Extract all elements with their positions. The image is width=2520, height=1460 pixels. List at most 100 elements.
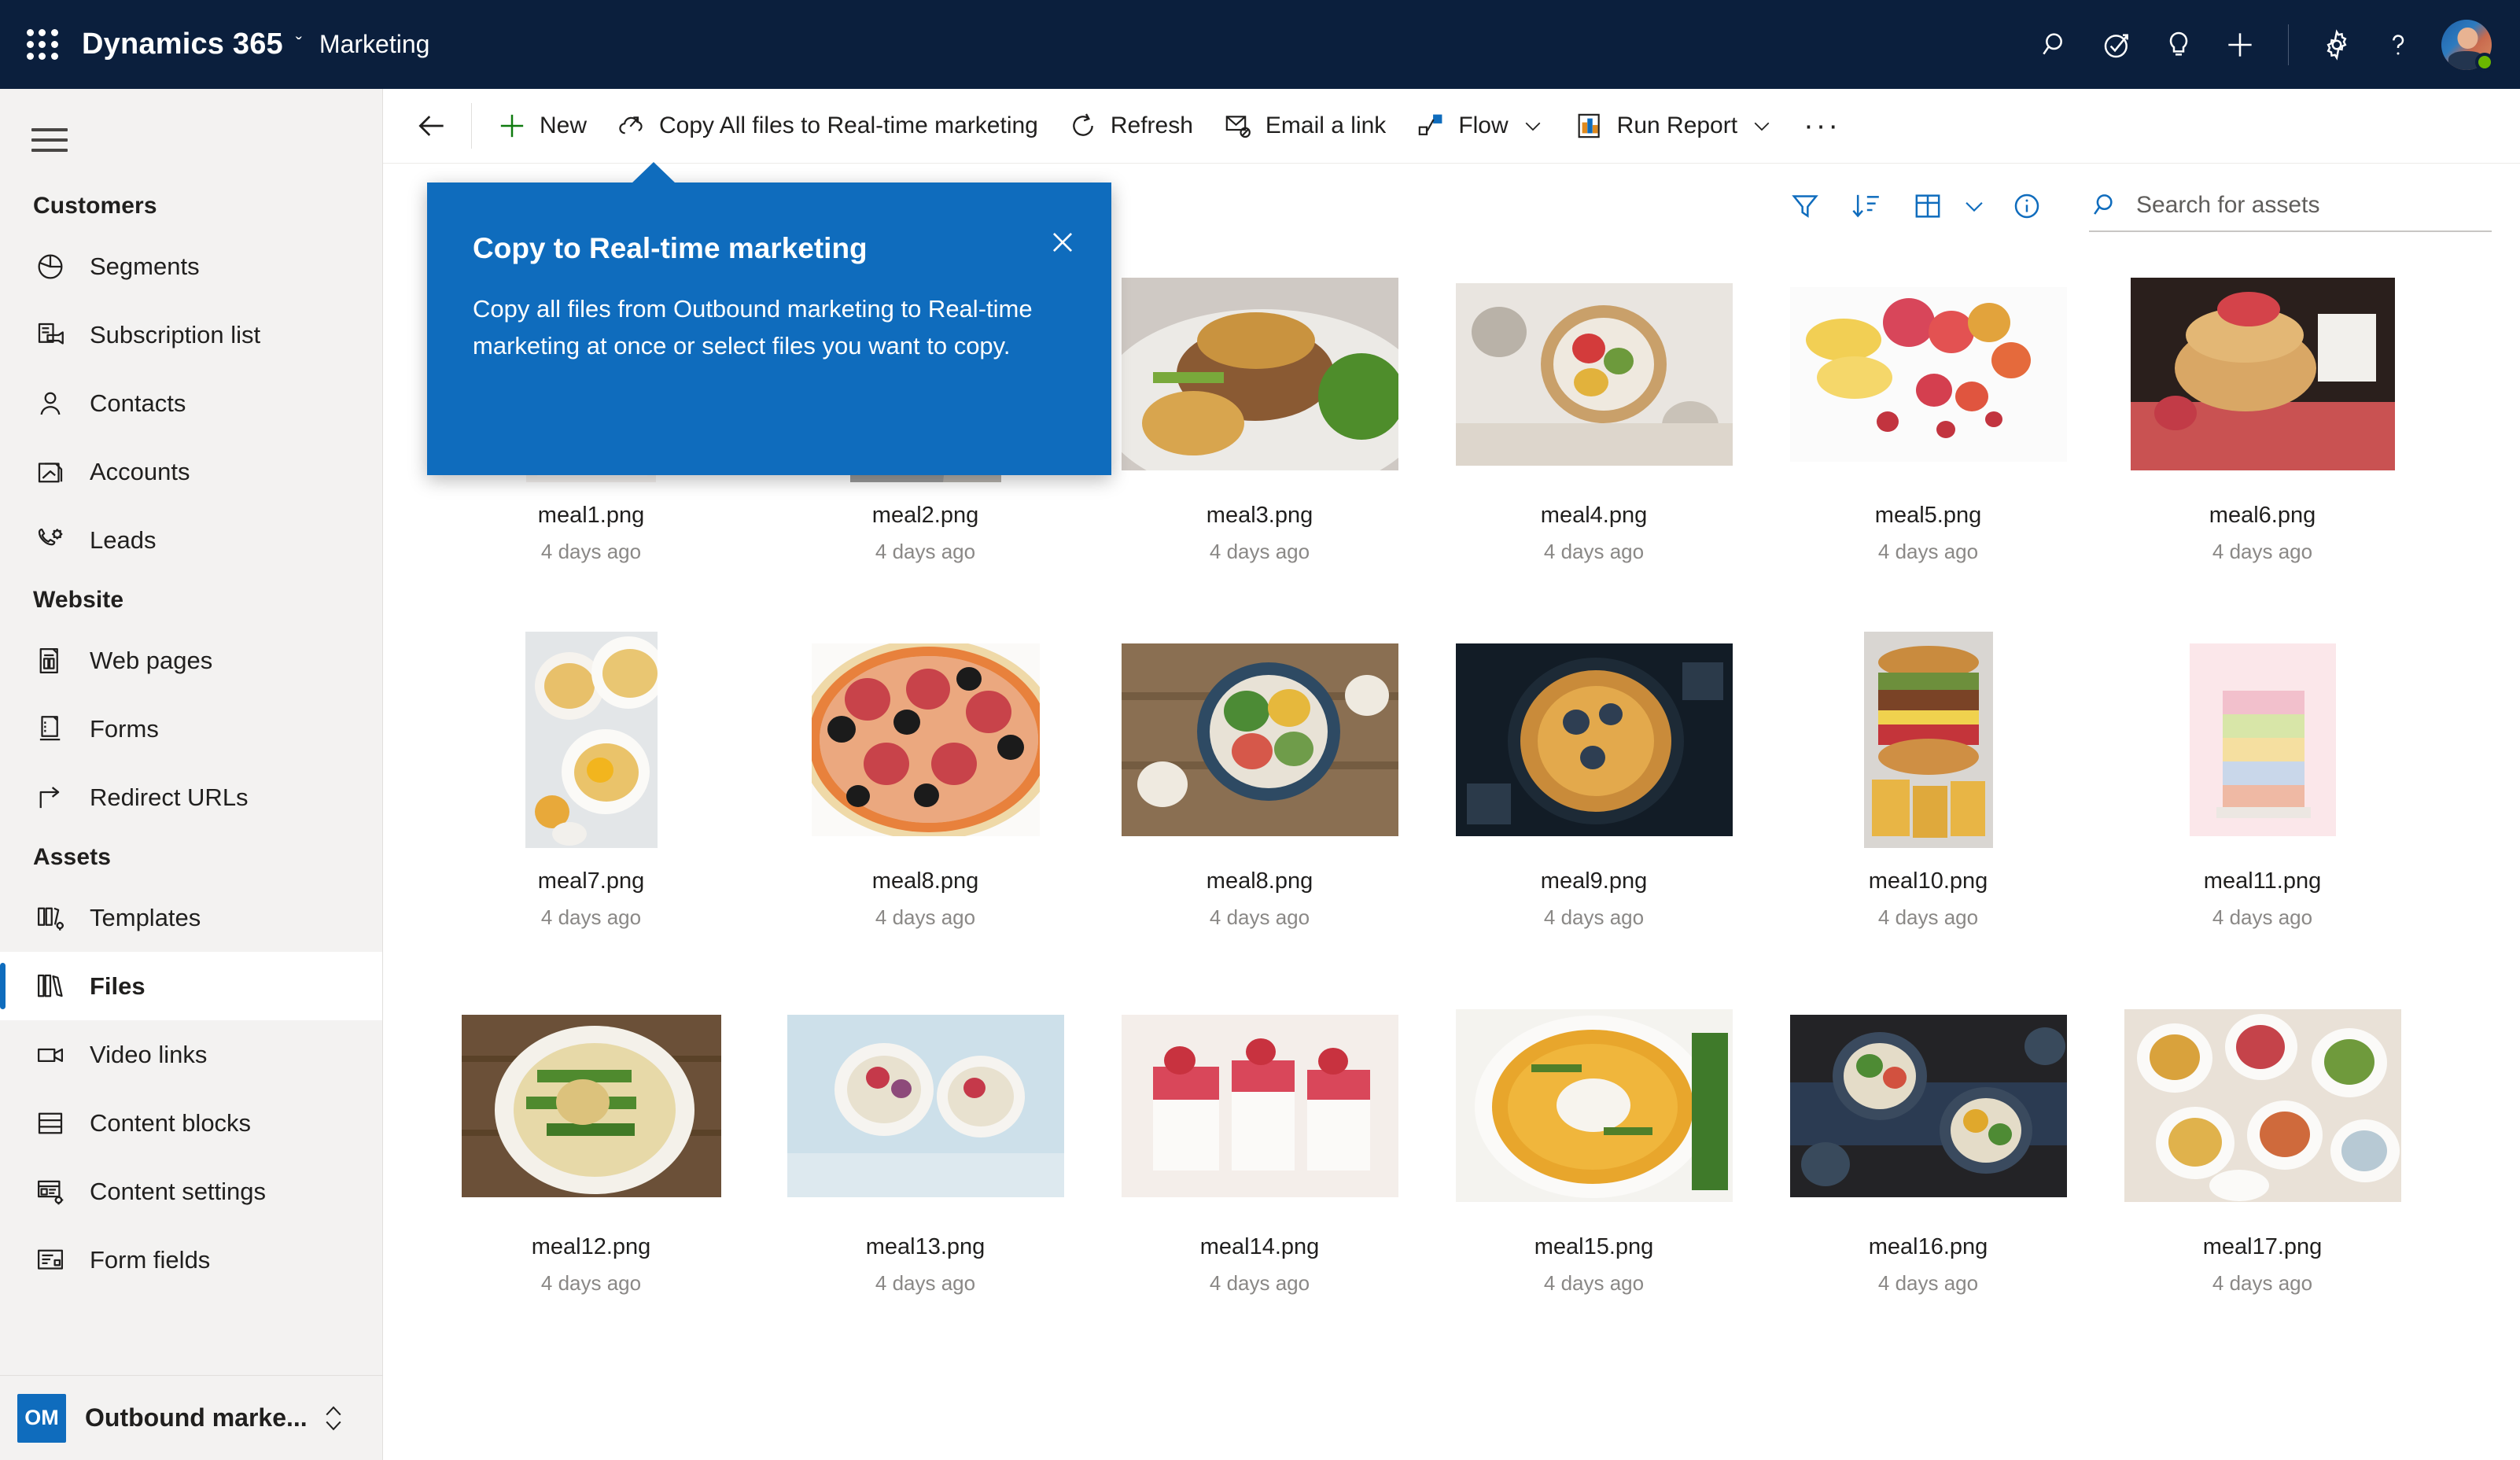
file-tile[interactable]: meal3.png 4 days ago — [1092, 266, 1427, 632]
file-tile[interactable]: meal8.png 4 days ago — [758, 632, 1092, 997]
form-icon — [33, 712, 68, 747]
presence-badge — [2475, 52, 2494, 72]
sidebar-item-label: Segments — [90, 252, 200, 280]
sidebar-item-contacts[interactable]: Contacts — [0, 369, 382, 437]
file-name: meal10.png — [1868, 868, 1988, 894]
file-tile[interactable]: meal14.png 4 days ago — [1092, 997, 1427, 1363]
sidebar-item-label: Redirect URLs — [90, 783, 249, 811]
file-thumbnail — [450, 632, 733, 848]
file-name: meal7.png — [537, 868, 645, 894]
sidebar-item-subscription-list[interactable]: Subscription list — [0, 300, 382, 369]
command-copy-all-files-to-real-time-marketing-button[interactable]: Copy All files to Real-time marketing — [601, 98, 1052, 154]
lightbulb-icon[interactable] — [2148, 14, 2209, 76]
file-thumbnail — [1787, 632, 2070, 848]
sidebar-item-label: Accounts — [90, 457, 190, 485]
sidebar-nav-list: Customers Segments Subscription list Contac… — [0, 169, 382, 1375]
command-refresh-button[interactable]: Refresh — [1052, 98, 1207, 154]
content-blocks-icon — [33, 1106, 68, 1141]
file-modified-date: 4 days ago — [1209, 540, 1310, 563]
file-tile[interactable]: meal5.png 4 days ago — [1761, 266, 2095, 632]
sidebar-item-leads[interactable]: Leads — [0, 506, 382, 574]
sidebar-item-content-settings[interactable]: Content settings — [0, 1157, 382, 1226]
close-icon[interactable] — [1041, 220, 1085, 264]
sidebar-item-web-pages[interactable]: Web pages — [0, 626, 382, 695]
sidebar-item-forms[interactable]: Forms — [0, 695, 382, 763]
file-tile[interactable]: meal13.png 4 days ago — [758, 997, 1092, 1363]
file-tile[interactable]: meal9.png 4 days ago — [1427, 632, 1761, 997]
file-tile[interactable]: meal16.png 4 days ago — [1761, 997, 2095, 1363]
sidebar-item-templates[interactable]: Templates — [0, 883, 382, 952]
file-thumbnail — [784, 997, 1067, 1214]
report-icon — [1573, 109, 1606, 142]
chevron-down-icon[interactable]: ˇ — [296, 35, 302, 54]
info-icon[interactable] — [1999, 179, 2054, 234]
file-tile[interactable]: meal4.png 4 days ago — [1427, 266, 1761, 632]
file-tile[interactable]: meal10.png 4 days ago — [1761, 632, 2095, 997]
hamburger-menu-icon[interactable] — [20, 111, 79, 169]
file-tile[interactable]: meal17.png 4 days ago — [2095, 997, 2430, 1363]
file-modified-date: 4 days ago — [875, 540, 976, 563]
sidebar-item-label: Web pages — [90, 646, 213, 674]
file-name: meal17.png — [2202, 1234, 2323, 1259]
gear-icon[interactable] — [2306, 14, 2367, 76]
command-email-a-link-button[interactable]: Email a link — [1207, 98, 1400, 154]
person-icon — [33, 386, 68, 421]
file-thumbnail — [1453, 632, 1736, 848]
file-name: meal14.png — [1199, 1234, 1320, 1259]
up-down-chevron-icon — [322, 1403, 345, 1433]
app-launcher-icon[interactable] — [20, 23, 64, 67]
sidebar-group-title: Website — [33, 587, 124, 613]
file-thumbnail — [450, 997, 733, 1214]
sort-icon[interactable] — [1839, 179, 1894, 234]
file-modified-date: 4 days ago — [875, 905, 976, 929]
sidebar-item-content-blocks[interactable]: Content blocks — [0, 1089, 382, 1157]
overflow-menu-icon[interactable]: ··· — [1788, 98, 1856, 154]
file-tile[interactable]: meal6.png 4 days ago — [2095, 266, 2430, 632]
grid-view-icon[interactable] — [1900, 179, 1955, 234]
command-button-label: Refresh — [1110, 112, 1193, 138]
sidebar-item-redirect-urls[interactable]: Redirect URLs — [0, 763, 382, 831]
plus-icon[interactable] — [2209, 14, 2271, 76]
file-modified-date: 4 days ago — [1877, 540, 1979, 563]
callout-body: Copy all files from Outbound marketing t… — [473, 295, 1033, 359]
file-tile[interactable]: meal7.png 4 days ago — [424, 632, 758, 997]
command-run-report-button[interactable]: Run Report — [1559, 98, 1788, 154]
back-arrow-icon[interactable] — [403, 98, 460, 154]
file-thumbnail — [1118, 632, 1402, 848]
sidebar-item-segments[interactable]: Segments — [0, 232, 382, 300]
assistant-icon[interactable] — [2087, 14, 2148, 76]
command-flow-button[interactable]: Flow — [1400, 98, 1558, 154]
file-tile[interactable]: meal15.png 4 days ago — [1427, 997, 1761, 1363]
sidebar-item-form-fields[interactable]: Form fields — [0, 1226, 382, 1294]
file-tile[interactable]: meal8.png 4 days ago — [1092, 632, 1427, 997]
search-box[interactable] — [2089, 180, 2492, 232]
chevron-down-icon[interactable] — [1750, 114, 1774, 138]
chevron-down-icon[interactable] — [1521, 114, 1545, 138]
form-fields-icon — [33, 1243, 68, 1278]
command-buttons: New Copy All files to Real-time marketing… — [481, 98, 1788, 154]
sidebar-item-files[interactable]: Files — [0, 952, 382, 1020]
sidebar-item-video-links[interactable]: Video links — [0, 1020, 382, 1089]
accounts-icon — [33, 455, 68, 489]
file-modified-date: 4 days ago — [2212, 905, 2313, 929]
search-icon[interactable] — [2025, 14, 2087, 76]
file-tile[interactable]: meal11.png 4 days ago — [2095, 632, 2430, 997]
sidebar-item-label: Leads — [90, 525, 157, 554]
cloud-copy-icon — [615, 109, 648, 142]
file-thumbnail — [2121, 266, 2404, 482]
file-name: meal9.png — [1540, 868, 1648, 894]
content-settings-icon — [33, 1174, 68, 1209]
web-page-icon — [33, 643, 68, 678]
brand-title[interactable]: Dynamics 365 — [82, 28, 283, 61]
file-tile[interactable]: meal12.png 4 days ago — [424, 997, 758, 1363]
file-name: meal11.png — [2203, 868, 2322, 894]
area-switcher[interactable]: OM Outbound marke... — [0, 1375, 382, 1460]
plus-icon — [496, 109, 529, 142]
command-new-button[interactable]: New — [481, 98, 601, 154]
chevron-down-icon[interactable] — [1955, 179, 1993, 234]
search-input[interactable] — [2136, 192, 2492, 219]
filter-icon[interactable] — [1778, 179, 1833, 234]
sidebar-item-accounts[interactable]: Accounts — [0, 437, 382, 506]
help-icon[interactable] — [2367, 14, 2429, 76]
avatar[interactable] — [2441, 19, 2494, 72]
